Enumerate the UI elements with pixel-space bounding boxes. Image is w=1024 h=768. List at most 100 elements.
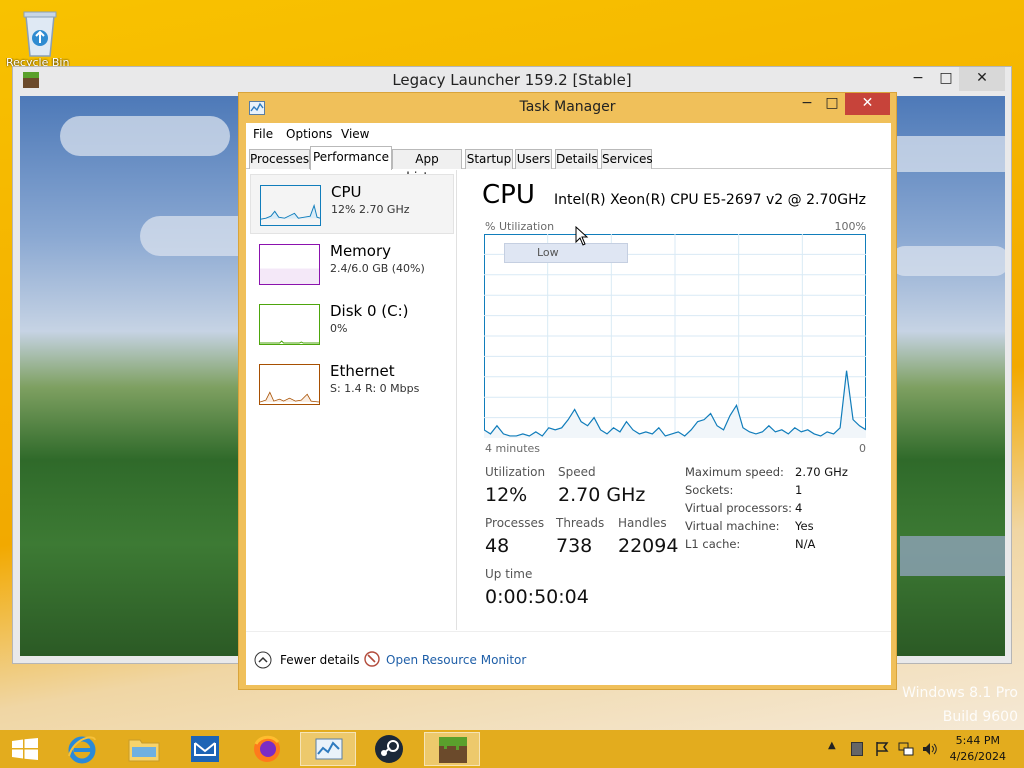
volume-icon[interactable]: [922, 741, 938, 757]
taskbar-file-explorer[interactable]: [116, 732, 172, 766]
speed-label: Speed: [558, 465, 596, 479]
max-speed-value: 2.70 GHz: [795, 465, 848, 479]
launcher-minimize-button[interactable]: −: [903, 67, 933, 91]
task-manager-taskbar-icon: [315, 738, 343, 760]
sidebar-memory-value: 2.4/6.0 GB (40%): [330, 262, 425, 275]
fewer-details-link[interactable]: Fewer details: [280, 653, 360, 667]
taskbar-steam[interactable]: [362, 732, 418, 766]
virtual-machine-label: Virtual machine:: [685, 519, 780, 533]
graph-time-span-label: 4 minutes: [485, 442, 541, 455]
clock-time: 5:44 PM: [955, 734, 1000, 747]
utilization-axis-label: % Utilization: [485, 220, 555, 233]
tm-close-button[interactable]: ✕: [845, 93, 890, 115]
sidebar-memory-name: Memory: [330, 242, 392, 260]
sidebar-disk-value: 0%: [330, 322, 348, 335]
tab-details[interactable]: Details: [555, 149, 598, 169]
sidebar-disk-name: Disk 0 (C:): [330, 302, 409, 320]
graph-time-zero-label: 0: [859, 442, 866, 455]
processes-value: 48: [485, 535, 510, 557]
tab-users[interactable]: Users: [515, 149, 552, 169]
sockets-label: Sockets:: [685, 483, 734, 497]
tab-performance[interactable]: Performance: [310, 146, 392, 170]
handles-label: Handles: [618, 516, 667, 530]
cpu-performance-panel: CPU Intel(R) Xeon(R) CPU E5-2697 v2 @ 2.…: [458, 170, 891, 630]
cpu-title: CPU: [482, 180, 535, 210]
tm-minimize-button[interactable]: −: [794, 93, 820, 115]
tab-services[interactable]: Services: [601, 149, 653, 169]
sidebar-cpu-value: 12% 2.70 GHz: [331, 203, 410, 216]
tab-processes[interactable]: Processes: [249, 149, 310, 169]
max-speed-label: Maximum speed:: [685, 465, 784, 479]
sidebar-ethernet-value: S: 1.4 R: 0 Mbps: [330, 382, 420, 395]
taskbar-legacy-launcher[interactable]: [424, 732, 480, 766]
utilization-label: Utilization: [485, 465, 546, 479]
windows-build-watermark: Build 9600: [942, 709, 1018, 725]
task-manager-window[interactable]: Task Manager − □ ✕ File Options View Pro…: [238, 92, 897, 690]
task-manager-footer: Fewer details Open Resource Monitor: [246, 631, 891, 685]
uptime-value: 0:00:50:04: [485, 586, 589, 608]
resource-monitor-icon: [364, 651, 380, 667]
start-windows-icon[interactable]: [12, 738, 38, 760]
virtual-processors-label: Virtual processors:: [685, 501, 793, 515]
tray-app-icon[interactable]: [851, 742, 863, 756]
l1-cache-label: L1 cache:: [685, 537, 741, 551]
firefox-icon: [254, 735, 280, 762]
menu-bar: File Options View: [246, 123, 891, 145]
show-hidden-icons-button[interactable]: ▲: [828, 740, 836, 751]
sidebar-ethernet-name: Ethernet: [330, 362, 395, 380]
menu-file[interactable]: File: [253, 127, 273, 141]
tab-strip: Processes Performance App history Startu…: [246, 145, 891, 184]
launcher-title: Legacy Launcher 159.2 [Stable]: [392, 71, 632, 89]
folder-icon: [128, 739, 160, 762]
clock-date: 4/26/2024: [949, 750, 1006, 763]
memory-thumbnail-graph: [259, 244, 320, 285]
sidebar-item-disk[interactable]: Disk 0 (C:) 0%: [250, 294, 454, 354]
task-manager-titlebar[interactable]: Task Manager − □ ✕: [239, 93, 896, 123]
launcher-close-button[interactable]: ✕: [959, 67, 1005, 91]
network-icon[interactable]: [898, 741, 914, 757]
taskbar-firefox[interactable]: [240, 732, 296, 766]
steam-icon: [375, 735, 403, 763]
handles-value: 22094: [618, 535, 679, 557]
recycle-bin-icon[interactable]: [18, 6, 62, 60]
priority-tooltip: Low: [504, 243, 628, 263]
threads-label: Threads: [556, 516, 605, 530]
sidebar-cpu-name: CPU: [331, 183, 362, 201]
utilization-max-label: 100%: [834, 220, 866, 233]
uptime-label: Up time: [485, 567, 533, 581]
sidebar-item-memory[interactable]: Memory 2.4/6.0 GB (40%): [250, 234, 454, 294]
cpu-model: Intel(R) Xeon(R) CPU E5-2697 v2 @ 2.70GH…: [554, 192, 866, 208]
task-manager-client: File Options View Processes Performance …: [246, 123, 891, 685]
sockets-value: 1: [795, 483, 803, 497]
open-resource-monitor-link[interactable]: Open Resource Monitor: [386, 653, 526, 667]
tm-maximize-button[interactable]: □: [820, 93, 844, 115]
sidebar-item-ethernet[interactable]: Ethernet S: 1.4 R: 0 Mbps: [250, 354, 454, 414]
taskbar-mail[interactable]: [178, 732, 234, 766]
virtual-processors-value: 4: [795, 501, 803, 515]
performance-sidebar: CPU 12% 2.70 GHz Memory 2.4/6.0 GB (40%)…: [246, 170, 457, 630]
action-center-flag-icon[interactable]: [875, 741, 889, 757]
chevron-up-circle-icon[interactable]: [254, 651, 272, 669]
disk-thumbnail-graph: [259, 304, 320, 345]
taskbar-task-manager[interactable]: [300, 732, 356, 766]
cpu-utilization-graph: [484, 234, 866, 438]
threads-value: 738: [556, 535, 593, 557]
menu-view[interactable]: View: [341, 127, 369, 141]
tab-startup[interactable]: Startup: [465, 149, 513, 169]
menu-options[interactable]: Options: [286, 127, 332, 141]
ethernet-thumbnail-graph: [259, 364, 320, 405]
sidebar-item-cpu[interactable]: CPU 12% 2.70 GHz: [250, 174, 454, 234]
taskbar: ▲ 5:44 PM 4/26/2024: [0, 730, 1024, 768]
taskbar-internet-explorer[interactable]: [54, 732, 110, 766]
taskbar-clock[interactable]: 5:44 PM 4/26/2024: [950, 733, 1006, 765]
tab-app-history[interactable]: App history: [392, 149, 462, 184]
windows-edition-watermark: Windows 8.1 Pro: [902, 685, 1018, 701]
processes-label: Processes: [485, 516, 545, 530]
utilization-value: 12%: [485, 484, 528, 506]
minecraft-grass-block-icon: [439, 737, 467, 763]
launcher-maximize-button[interactable]: □: [931, 67, 961, 91]
virtual-machine-value: Yes: [795, 519, 814, 533]
l1-cache-value: N/A: [795, 537, 816, 551]
mouse-cursor-icon: [575, 226, 589, 246]
mail-icon: [191, 736, 219, 762]
